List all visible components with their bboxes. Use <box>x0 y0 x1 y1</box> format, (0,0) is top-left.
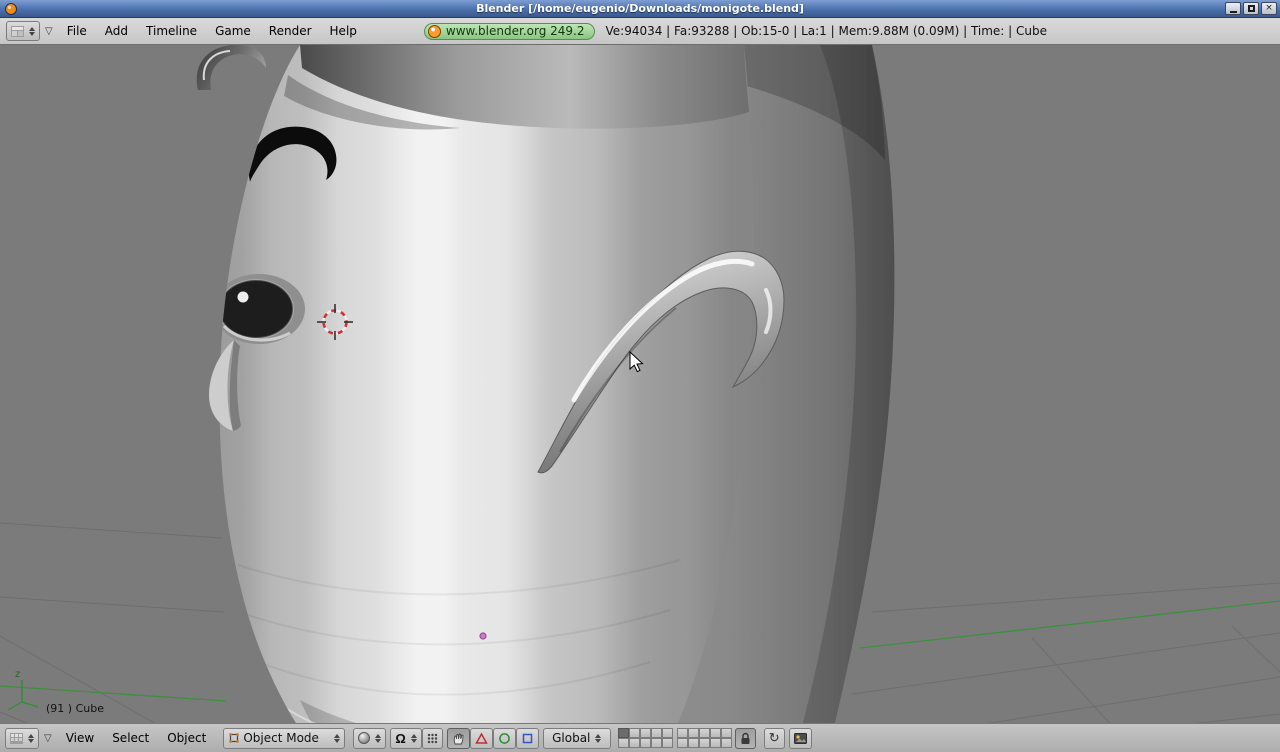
scale-square-icon <box>522 733 532 743</box>
menu-game[interactable]: Game <box>206 24 260 38</box>
menu-object[interactable]: Object <box>158 731 215 745</box>
scene-stats: Ve:94034 | Fa:93288 | Ob:15-0 | La:1 | M… <box>605 24 1048 38</box>
layer-toggle[interactable] <box>687 728 699 738</box>
center-dots-icon <box>427 733 437 743</box>
layer-toggle[interactable] <box>698 728 710 738</box>
dropdown-arrows-icon <box>595 733 602 743</box>
object-mode-icon <box>229 733 240 743</box>
facet-shading <box>219 45 754 723</box>
layer-toggle[interactable] <box>676 738 688 748</box>
lock-layers-button[interactable] <box>734 727 756 749</box>
manipulator-toggle-button[interactable] <box>446 727 470 749</box>
layer-toggle[interactable] <box>650 728 662 738</box>
viewport-type-button[interactable] <box>5 727 39 749</box>
app-icon <box>5 2 17 15</box>
refresh-icon: ↻ <box>768 730 780 745</box>
menu-add[interactable]: Add <box>96 24 137 38</box>
layer-toggle[interactable] <box>709 728 721 738</box>
window-titlebar[interactable]: Blender [/home/eugenio/Downloads/monigot… <box>0 0 1280 18</box>
layer-toggle[interactable] <box>650 738 662 748</box>
object-info-label: (91 ) Cube <box>46 702 104 715</box>
layer-toggle[interactable] <box>617 738 629 748</box>
dropdown-arrows-icon <box>28 733 34 743</box>
layer-toggle[interactable] <box>628 728 640 738</box>
dropdown-arrows-icon <box>29 26 35 36</box>
translate-triangle-icon <box>474 731 488 744</box>
sync-render-button[interactable]: ↻ <box>763 727 785 749</box>
viewport-header-collapse-icon[interactable]: ▽ <box>39 733 57 744</box>
layer-toggle[interactable] <box>709 738 721 748</box>
solid-sphere-icon <box>358 732 371 744</box>
header-collapse-icon[interactable]: ▽ <box>40 26 58 37</box>
version-badge[interactable]: www.blender.org 249.2 <box>423 22 596 40</box>
layer-toggle[interactable] <box>720 728 732 738</box>
maximize-button[interactable] <box>1243 2 1259 15</box>
layer-buttons <box>617 728 732 748</box>
mode-select[interactable]: Object Mode <box>223 727 346 749</box>
close-button[interactable]: × <box>1261 2 1277 15</box>
mode-select-value: Object Mode <box>243 731 319 745</box>
dropdown-arrows-icon <box>375 733 382 743</box>
pivot-omega-icon: Ω <box>395 730 406 746</box>
maximize-icon <box>1247 5 1255 12</box>
manipulator-translate-button[interactable] <box>469 727 493 749</box>
minimize-button[interactable] <box>1225 2 1241 15</box>
menu-file[interactable]: File <box>58 24 96 38</box>
menu-help[interactable]: Help <box>321 24 366 38</box>
layer-toggle[interactable] <box>639 728 651 738</box>
render-preview-button[interactable] <box>788 727 812 749</box>
window-type-icon <box>11 25 24 37</box>
window-controls: × <box>1225 2 1277 15</box>
menu-view[interactable]: View <box>57 731 103 745</box>
rotate-circle-icon <box>498 732 510 744</box>
layer-group-1 <box>617 728 673 748</box>
pivot-select-button[interactable]: Ω <box>390 727 422 749</box>
layer-group-2 <box>676 728 732 748</box>
top-header: ▽ File Add Timeline Game Render Help www… <box>0 18 1280 45</box>
viewport-3d[interactable]: z (91 ) Cube <box>0 45 1280 723</box>
menu-render[interactable]: Render <box>260 24 321 38</box>
window-type-button[interactable] <box>6 21 40 41</box>
manipulator-rotate-button[interactable] <box>492 727 516 749</box>
layer-toggle[interactable] <box>639 738 651 748</box>
viewport-type-icon <box>10 732 23 744</box>
move-centers-button[interactable] <box>421 727 443 749</box>
layer-toggle[interactable] <box>698 738 710 748</box>
layer-toggle[interactable] <box>720 738 732 748</box>
render-image-icon <box>793 732 807 744</box>
layer-toggle[interactable] <box>661 738 673 748</box>
layer-toggle[interactable] <box>687 738 699 748</box>
dropdown-arrows-icon <box>334 733 341 743</box>
layer-toggle[interactable] <box>628 738 640 748</box>
layer-toggle[interactable] <box>617 728 629 738</box>
manipulator-scale-button[interactable] <box>515 727 539 749</box>
menu-select[interactable]: Select <box>103 731 158 745</box>
close-icon: × <box>1265 3 1273 13</box>
viewport-header: ▽ View Select Object Object Mode Ω Globa… <box>0 723 1280 752</box>
menu-timeline[interactable]: Timeline <box>137 24 206 38</box>
lock-icon <box>741 732 750 744</box>
minimize-icon <box>1229 10 1237 13</box>
orientation-select[interactable]: Global <box>542 727 611 749</box>
dropdown-arrows-icon <box>410 733 417 743</box>
version-badge-text: www.blender.org 249.2 <box>445 24 585 38</box>
blender-logo-icon <box>427 24 441 38</box>
hand-icon <box>453 732 464 744</box>
draw-type-button[interactable] <box>353 727 387 749</box>
orientation-select-value: Global <box>552 731 591 745</box>
object-center-dot <box>479 632 487 640</box>
window-title: Blender [/home/eugenio/Downloads/monigot… <box>476 2 804 15</box>
layer-toggle[interactable] <box>676 728 688 738</box>
layer-toggle[interactable] <box>661 728 673 738</box>
character-head <box>219 45 754 723</box>
axis-z-label: z <box>15 669 20 680</box>
